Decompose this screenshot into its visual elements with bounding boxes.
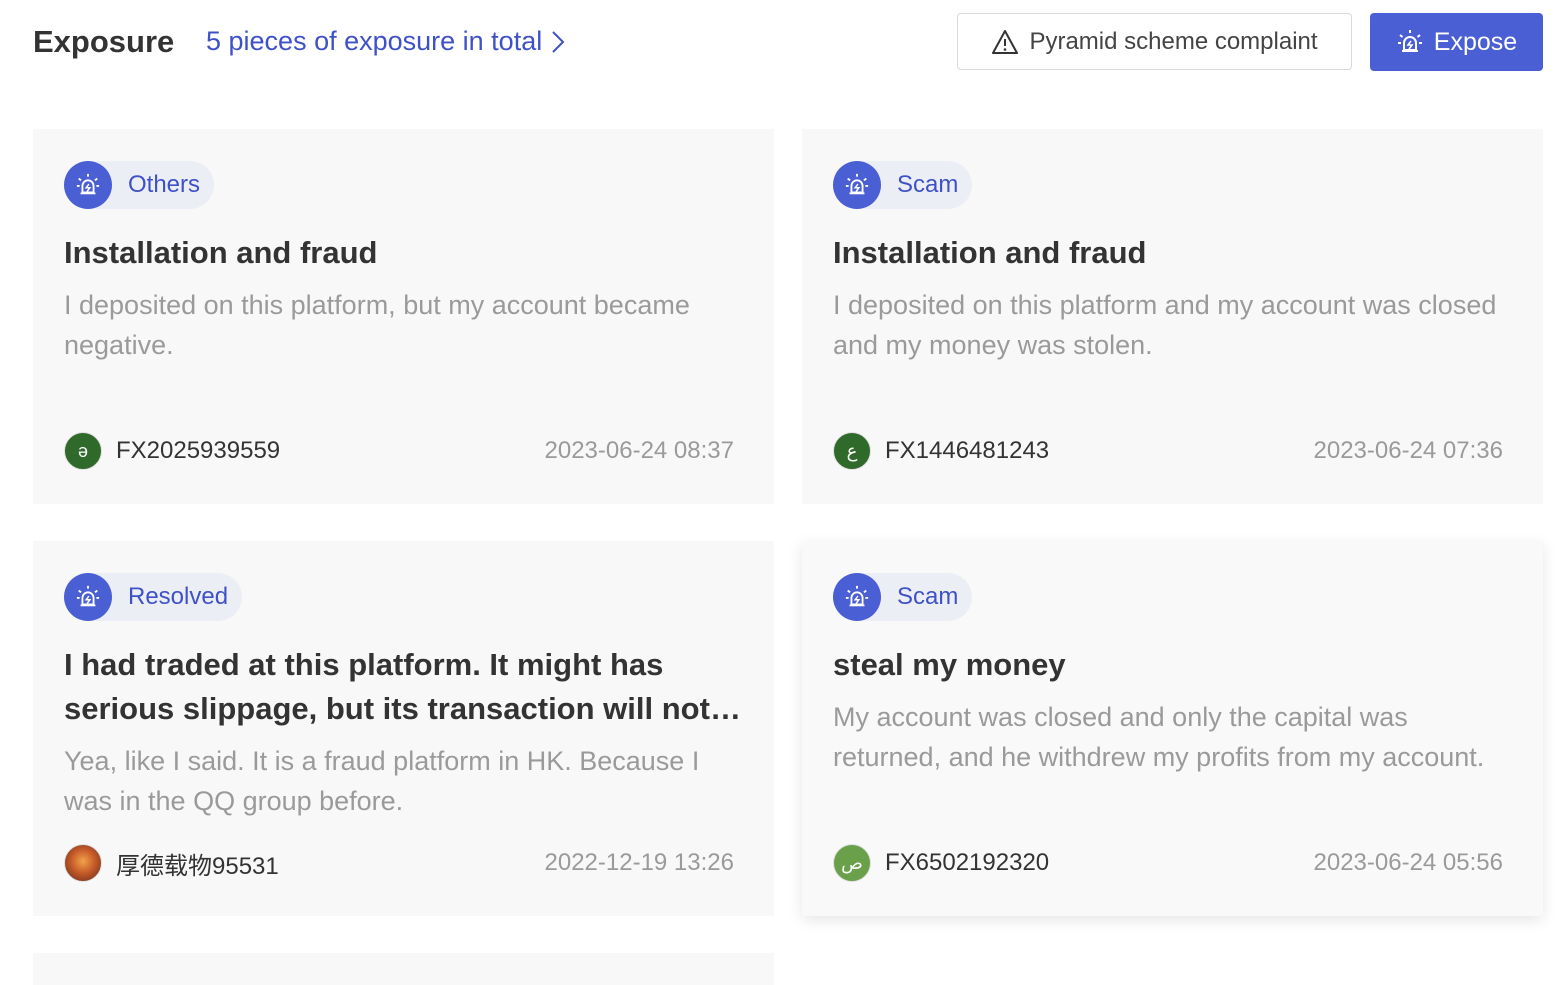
user-info: 厚德载物95531: [64, 844, 279, 882]
expose-label: Expose: [1433, 27, 1518, 56]
timestamp: 2023-06-24 08:37: [544, 437, 735, 464]
card-footer: ع FX1446481243 2023-06-24 07:36: [833, 431, 1503, 471]
timestamp: 2022-12-19 13:26: [544, 849, 735, 876]
user-info: ә FX2025939559: [64, 432, 280, 470]
alarm-icon: [64, 161, 112, 209]
exposure-card[interactable]: Others Installation and fraud I deposite…: [33, 129, 774, 504]
card-footer: ص FX6502192320 2023-06-24 05:56: [833, 843, 1503, 883]
timestamp: 2023-06-24 07:36: [1313, 437, 1504, 464]
card-description: I deposited on this platform and my acco…: [833, 290, 1497, 360]
card-footer: 厚德载物95531 2022-12-19 13:26: [64, 843, 734, 883]
exposure-total-label: 5 pieces of exposure in total: [206, 26, 543, 56]
exposure-card[interactable]: Resolved I had traded at this platform. …: [33, 541, 774, 916]
avatar: ع: [833, 432, 871, 470]
card-title: I had traded at this platform. It might …: [64, 647, 710, 726]
card-footer: ә FX2025939559 2023-06-24 08:37: [64, 431, 734, 471]
page-header: Exposure 5 pieces of exposure in total P…: [0, 0, 1568, 90]
pyramid-complaint-label: Pyramid scheme complaint: [1029, 27, 1318, 55]
exposure-card[interactable]: Scam steal my money My account was close…: [802, 541, 1543, 916]
card-title: Installation and fraud: [833, 235, 1147, 270]
exposure-total-link[interactable]: 5 pieces of exposure in total: [206, 26, 566, 57]
avatar: [64, 844, 102, 882]
category-tag: Scam: [833, 573, 973, 621]
card-description: Yea, like I said. It is a fraud platform…: [64, 746, 700, 816]
alarm-icon: [1397, 30, 1422, 52]
category-tag: Resolved: [64, 573, 243, 621]
card-description: I deposited on this platform, but my acc…: [64, 290, 690, 360]
alarm-icon: [833, 161, 881, 209]
pyramid-complaint-button[interactable]: Pyramid scheme complaint: [957, 13, 1352, 70]
category-label: Scam: [897, 171, 959, 198]
avatar: ص: [833, 844, 871, 882]
exposure-card[interactable]: Scam Installation and fraud I deposited …: [802, 129, 1543, 504]
chevron-right-icon: [552, 30, 565, 53]
card-description: My account was closed and only the capit…: [833, 702, 1485, 772]
user-info: ص FX6502192320: [833, 844, 1049, 882]
alarm-icon: [833, 573, 881, 621]
user-info: ع FX1446481243: [833, 432, 1049, 470]
username: 厚德载物95531: [116, 852, 279, 880]
warning-icon: [992, 29, 1019, 54]
page-title: Exposure: [33, 24, 175, 59]
category-tag: Others: [64, 161, 215, 209]
expose-button[interactable]: Expose: [1370, 13, 1543, 71]
category-label: Scam: [897, 583, 959, 610]
card-title: Installation and fraud: [64, 235, 378, 270]
alarm-icon: [64, 573, 112, 621]
category-label: Resolved: [128, 583, 229, 610]
card-title: steal my money: [833, 647, 1066, 682]
username: FX1446481243: [885, 437, 1050, 464]
avatar: ә: [64, 432, 102, 470]
username: FX6502192320: [885, 849, 1050, 876]
category-label: Others: [128, 171, 201, 198]
category-tag: Scam: [833, 161, 973, 209]
timestamp: 2023-06-24 05:56: [1313, 849, 1504, 876]
username: FX2025939559: [116, 437, 281, 464]
